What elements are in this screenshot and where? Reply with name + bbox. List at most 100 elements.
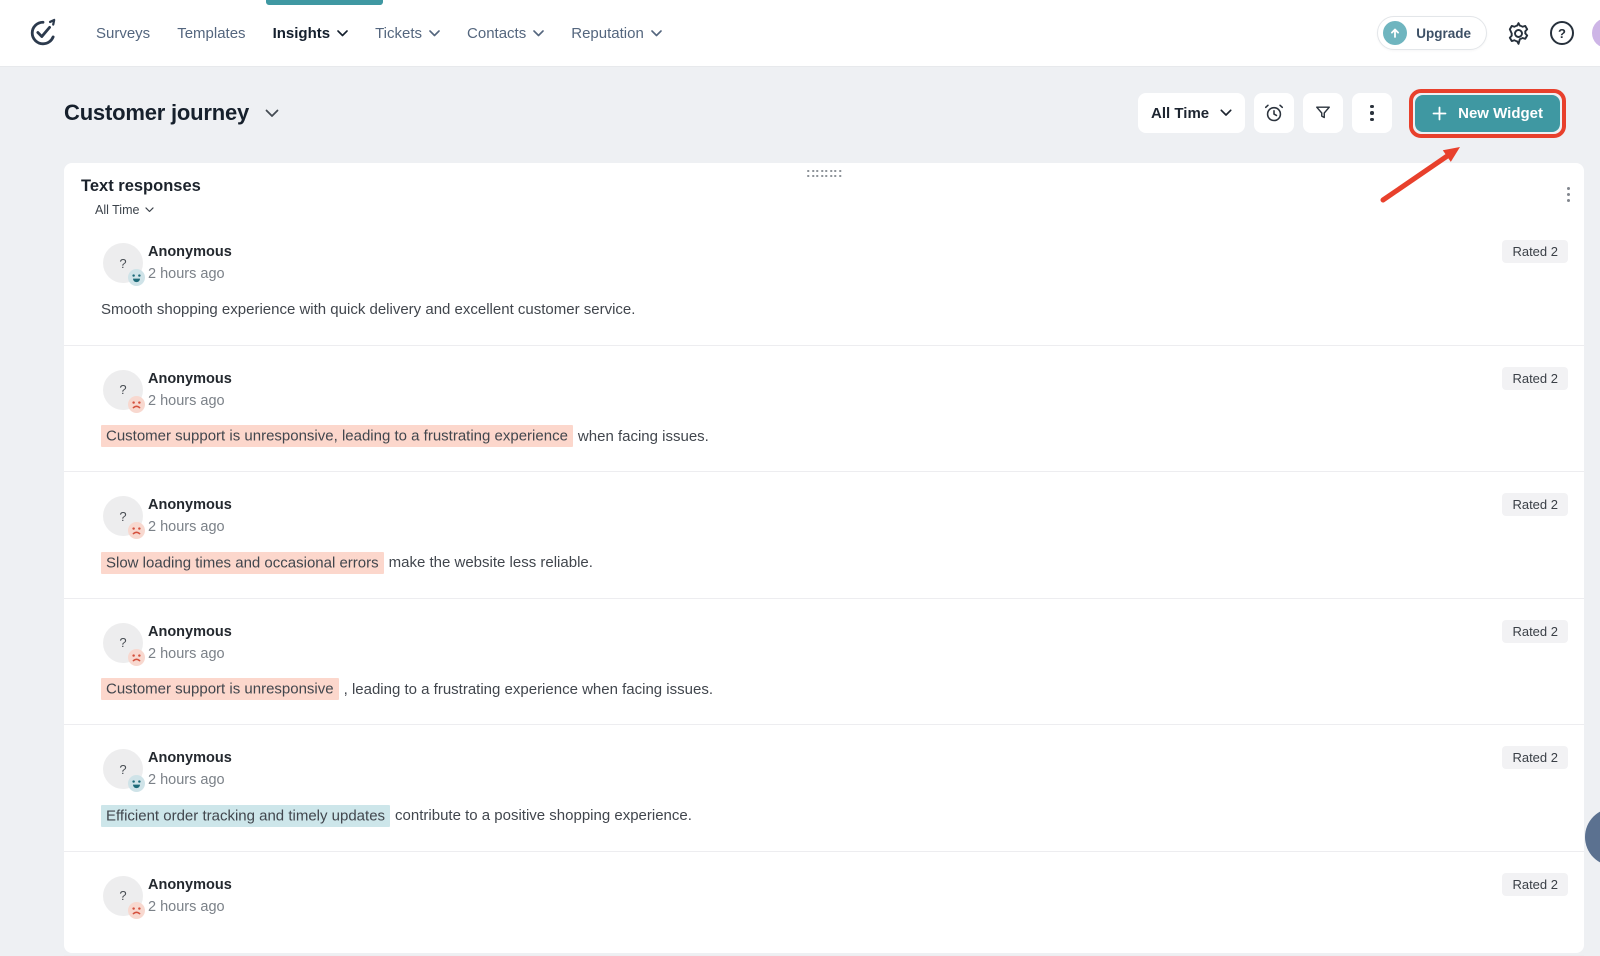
responses-list: ? Anonymous 2 hours ago Rated 2 Smooth s…	[64, 219, 1584, 956]
rating-badge: Rated 2	[1502, 240, 1568, 263]
respondent-info: Anonymous 2 hours ago	[148, 876, 232, 915]
kebab-icon	[1370, 104, 1374, 122]
question-mark-icon: ?	[119, 382, 127, 397]
anonymous-avatar: ?	[103, 622, 145, 666]
time-filter-label: All Time	[1151, 104, 1210, 122]
response-item: ? Anonymous	[64, 852, 1584, 956]
response-text-part: when facing issues.	[577, 427, 709, 445]
nav-item-label: Surveys	[96, 24, 151, 42]
nav-item-contacts[interactable]: Contacts	[467, 24, 545, 42]
respondent-info: Anonymous 2 hours ago	[148, 370, 232, 409]
nav-item-label: Templates	[177, 24, 246, 42]
page-title: Customer journey	[64, 100, 250, 125]
rating-badge: Rated 2	[1502, 746, 1568, 769]
annotation-highlight-ring: New Widget	[1409, 88, 1566, 138]
chevron-down-icon	[533, 29, 545, 37]
question-mark-icon: ?	[119, 635, 127, 650]
user-avatar[interactable]	[1592, 18, 1600, 48]
anonymous-avatar: ?	[103, 496, 145, 539]
settings-gear-icon[interactable]	[1505, 20, 1532, 47]
nav-item-surveys[interactable]: Surveys	[96, 25, 150, 42]
schedule-report-button[interactable]	[1254, 93, 1295, 133]
question-mark-icon: ?	[119, 508, 127, 524]
upgrade-button[interactable]: Upgrade	[1377, 16, 1487, 50]
more-options-button[interactable]	[1352, 93, 1393, 133]
new-widget-button[interactable]: New Widget	[1415, 94, 1560, 132]
respondent-name: Anonymous	[148, 497, 232, 513]
drag-handle-icon[interactable]	[803, 166, 845, 181]
respondent-name: Anonymous	[148, 876, 232, 893]
respondent-name: Anonymous	[148, 750, 232, 766]
response-text: Efficient order tracking and timely upda…	[101, 804, 1568, 828]
funnel-icon	[1316, 106, 1331, 119]
response-text: Customer support is unresponsive, leadin…	[101, 425, 1568, 449]
widget-time-filter[interactable]: All Time	[95, 203, 155, 217]
response-item: ? Anonymous	[64, 725, 1584, 852]
nav-item-insights[interactable]: Insights	[273, 25, 349, 42]
response-text: Customer support is unresponsive, leadin…	[101, 678, 1568, 702]
top-navigation: Surveys Templates Insights Tickets Conta…	[0, 0, 1600, 67]
header-controls: All Time New Widget	[1138, 88, 1566, 138]
text-responses-widget: Text responses All Time ? Anonymous 2 ho…	[64, 163, 1584, 956]
response-text: Slow loading times and occasional errors…	[101, 551, 1568, 575]
chevron-down-icon	[337, 29, 348, 37]
response-time: 2 hours ago	[148, 898, 225, 915]
time-filter-dropdown[interactable]: All Time	[1138, 93, 1246, 133]
nav-item-label: Tickets	[375, 24, 423, 42]
dashboard-title-dropdown[interactable]: Customer journey	[64, 100, 279, 126]
respondent-name: Anonymous	[148, 370, 232, 387]
anonymous-avatar: ?	[103, 243, 145, 286]
chevron-down-icon	[1220, 109, 1232, 117]
response-item: ? Anonymous	[64, 599, 1584, 725]
anonymous-avatar: ?	[103, 369, 145, 413]
response-time: 2 hours ago	[148, 772, 225, 788]
primary-nav: Surveys Templates Insights Tickets Conta…	[96, 25, 662, 42]
anonymous-avatar: ?	[103, 749, 145, 792]
response-item: ? Anonymous	[64, 472, 1584, 599]
sentiment-icon	[128, 648, 145, 666]
response-text-part: make the website less reliable.	[388, 554, 593, 571]
nav-item-label: Insights	[272, 24, 331, 42]
respondent-name: Anonymous	[148, 623, 232, 640]
nav-item-label: Contacts	[467, 24, 527, 42]
highlighted-phrase: Efficient order tracking and timely upda…	[101, 804, 391, 827]
response-item: ? Anonymous	[64, 219, 1584, 346]
sentiment-icon	[128, 901, 145, 919]
nav-item-label: Reputation	[571, 24, 644, 42]
nav-item-templates[interactable]: Templates	[177, 25, 245, 42]
rating-badge: Rated 2	[1502, 619, 1568, 643]
respondent-info: Anonymous 2 hours ago	[148, 496, 232, 535]
upgrade-label: Upgrade	[1416, 25, 1471, 41]
response-time: 2 hours ago	[148, 645, 225, 662]
question-mark-icon: ?	[119, 888, 127, 903]
rating-badge: Rated 2	[1502, 366, 1568, 390]
respondent-info: Anonymous 2 hours ago	[148, 623, 232, 662]
sentiment-icon	[128, 522, 145, 539]
chevron-down-icon	[429, 29, 440, 37]
response-time: 2 hours ago	[148, 392, 225, 409]
plus-icon	[1432, 106, 1447, 120]
brand-logo-icon[interactable]	[28, 18, 58, 48]
anonymous-avatar: ?	[103, 875, 145, 919]
respondent-name: Anonymous	[148, 244, 232, 260]
rating-badge: Rated 2	[1502, 872, 1568, 896]
respondent-info: Anonymous 2 hours ago	[148, 243, 232, 282]
page-header: Customer journey All Time New Widget	[64, 88, 1566, 138]
widget-menu-button[interactable]	[1563, 183, 1574, 206]
alarm-clock-icon	[1265, 104, 1284, 122]
nav-item-tickets[interactable]: Tickets	[375, 25, 440, 42]
question-mark-icon: ?	[119, 761, 127, 777]
response-time: 2 hours ago	[148, 519, 225, 535]
chat-launcher-button[interactable]	[1585, 808, 1600, 866]
help-icon[interactable]: ?	[1550, 21, 1574, 45]
nav-right-controls: Upgrade ?	[1377, 16, 1600, 50]
highlighted-phrase: Customer support is unresponsive	[101, 678, 339, 700]
filter-button[interactable]	[1303, 93, 1344, 133]
highlighted-phrase: Slow loading times and occasional errors	[101, 551, 384, 574]
chevron-down-icon	[650, 29, 662, 37]
nav-item-reputation[interactable]: Reputation	[571, 25, 662, 42]
sentiment-icon	[128, 395, 145, 413]
response-text: Smooth shopping experience with quick de…	[101, 299, 1568, 322]
response-text-part: , leading to a frustrating experience wh…	[343, 680, 713, 698]
rating-badge: Rated 2	[1502, 493, 1568, 516]
